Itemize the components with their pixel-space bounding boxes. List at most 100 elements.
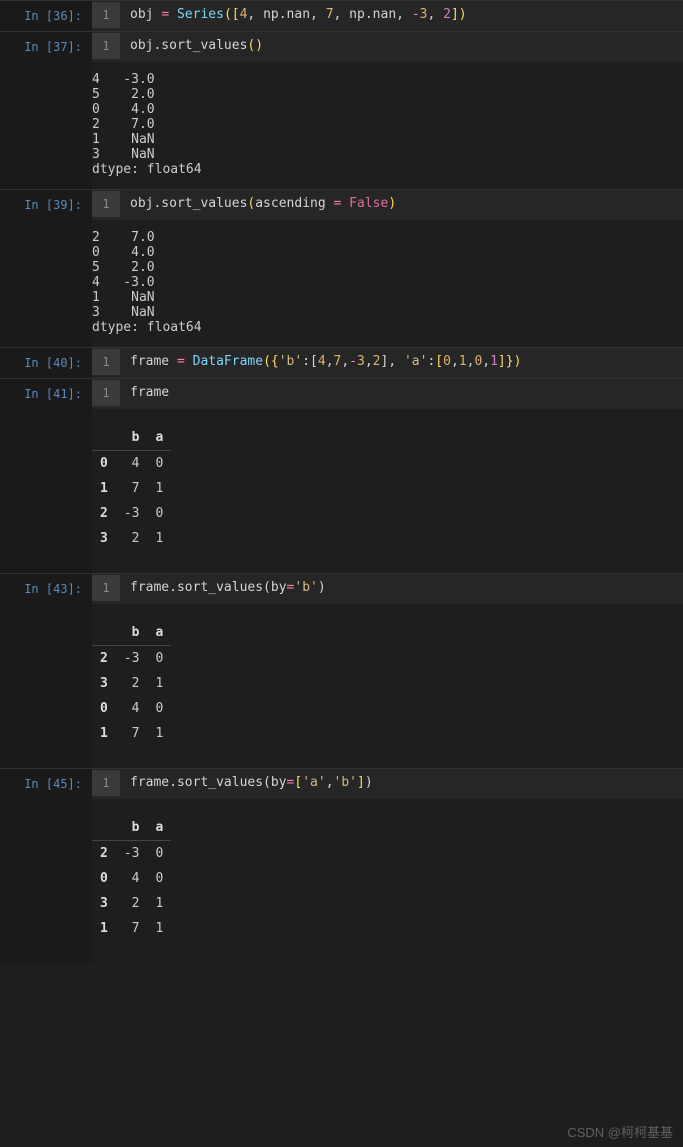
code-token: frame.sort_values(by xyxy=(130,580,287,595)
code-content[interactable]: obj = Series([4, np.nan, 7, np.nan, -3, … xyxy=(120,1,477,28)
code-token: , xyxy=(365,354,373,369)
code-token: ) xyxy=(388,196,396,211)
input-cell: In [40]:1frame = DataFrame({'b':[4,7,-3,… xyxy=(0,347,683,378)
code-token: Series xyxy=(177,7,224,22)
table-cell: 0 xyxy=(147,866,171,891)
code-token: , xyxy=(326,775,334,790)
row-index: 1 xyxy=(92,721,116,746)
table-cell: 4 xyxy=(116,866,148,891)
table-cell: 0 xyxy=(147,646,171,672)
code-token: ascending xyxy=(255,196,333,211)
output-prompt xyxy=(0,62,92,189)
code-area[interactable]: 1frame xyxy=(92,379,683,409)
output-content: 2 7.0 0 4.0 5 2.0 4 -3.0 1 NaN 3 NaN dty… xyxy=(92,220,683,347)
table-cell: 1 xyxy=(147,526,171,551)
code-token: 3 xyxy=(357,354,365,369)
table-row: 2-30 xyxy=(92,646,171,672)
code-area[interactable]: 1obj.sort_values() xyxy=(92,32,683,62)
code-token: ] xyxy=(357,775,365,790)
column-header: a xyxy=(147,620,171,646)
code-token: ({ xyxy=(263,354,279,369)
code-area[interactable]: 1frame.sort_values(by=['a','b']) xyxy=(92,769,683,799)
output-cell: ba0401712-30321 xyxy=(0,409,683,573)
line-number: 1 xyxy=(92,191,120,217)
code-area[interactable]: 1obj = Series([4, np.nan, 7, np.nan, -3,… xyxy=(92,1,683,31)
input-prompt: In [41]: xyxy=(0,379,92,409)
table-row: 2-30 xyxy=(92,501,171,526)
code-token: 'a' xyxy=(302,775,325,790)
table-row: 171 xyxy=(92,476,171,501)
table-cell: 2 xyxy=(116,891,148,916)
table-cell: -3 xyxy=(116,646,148,672)
code-token: ( xyxy=(224,7,232,22)
row-index: 1 xyxy=(92,476,116,501)
row-index: 3 xyxy=(92,526,116,551)
code-token: [ xyxy=(435,354,443,369)
input-cell: In [36]:1obj = Series([4, np.nan, 7, np.… xyxy=(0,0,683,31)
code-token: obj xyxy=(130,7,161,22)
column-header: a xyxy=(147,425,171,451)
code-token xyxy=(185,354,193,369)
output-content: ba2-30040321171 xyxy=(92,799,683,963)
input-cell: In [43]:1frame.sort_values(by='b') xyxy=(0,573,683,604)
notebook: In [36]:1obj = Series([4, np.nan, 7, np.… xyxy=(0,0,683,963)
code-area[interactable]: 1frame.sort_values(by='b') xyxy=(92,574,683,604)
code-token: frame.sort_values(by xyxy=(130,775,287,790)
row-index: 0 xyxy=(92,451,116,477)
code-token: DataFrame xyxy=(193,354,263,369)
input-prompt: In [36]: xyxy=(0,1,92,31)
row-index: 2 xyxy=(92,646,116,672)
input-cell: In [45]:1frame.sort_values(by=['a','b']) xyxy=(0,768,683,799)
table-row: 321 xyxy=(92,671,171,696)
table-cell: -3 xyxy=(116,841,148,867)
code-token: ) xyxy=(255,38,263,53)
input-prompt: In [37]: xyxy=(0,32,92,62)
code-token: ) xyxy=(318,580,326,595)
row-index: 2 xyxy=(92,501,116,526)
table-cell: -3 xyxy=(116,501,148,526)
dataframe-table: ba2-30321040171 xyxy=(92,620,171,746)
code-area[interactable]: 1obj.sort_values(ascending = False) xyxy=(92,190,683,220)
table-cell: 1 xyxy=(147,916,171,941)
output-cell: 4 -3.0 5 2.0 0 4.0 2 7.0 1 NaN 3 NaN dty… xyxy=(0,62,683,189)
table-cell: 0 xyxy=(147,696,171,721)
column-header: b xyxy=(116,815,148,841)
code-token: ) xyxy=(459,7,467,22)
column-header: b xyxy=(116,425,148,451)
code-content[interactable]: frame xyxy=(120,379,179,406)
table-cell: 0 xyxy=(147,451,171,477)
line-number: 1 xyxy=(92,33,120,59)
dataframe-table: ba2-30040321171 xyxy=(92,815,171,941)
input-prompt: In [45]: xyxy=(0,769,92,799)
table-row: 321 xyxy=(92,891,171,916)
code-token: 'a' xyxy=(404,354,427,369)
code-token: 'b' xyxy=(279,354,302,369)
code-token: 4 xyxy=(318,354,326,369)
code-content[interactable]: frame = DataFrame({'b':[4,7,-3,2], 'a':[… xyxy=(120,348,531,375)
table-cell: 2 xyxy=(116,526,148,551)
table-corner xyxy=(92,815,116,841)
table-row: 040 xyxy=(92,451,171,477)
code-area[interactable]: 1frame = DataFrame({'b':[4,7,-3,2], 'a':… xyxy=(92,348,683,378)
code-token: = xyxy=(177,354,185,369)
output-content: 4 -3.0 5 2.0 0 4.0 2 7.0 1 NaN 3 NaN dty… xyxy=(92,62,683,189)
code-content[interactable]: obj.sort_values(ascending = False) xyxy=(120,190,406,217)
code-token: , xyxy=(326,354,334,369)
column-header: b xyxy=(116,620,148,646)
output-cell: ba2-30321040171 xyxy=(0,604,683,768)
code-token: 'b' xyxy=(334,775,357,790)
table-cell: 1 xyxy=(147,671,171,696)
code-token: 'b' xyxy=(294,580,317,595)
table-row: 2-30 xyxy=(92,841,171,867)
code-token xyxy=(341,196,349,211)
code-content[interactable]: frame.sort_values(by=['a','b']) xyxy=(120,769,383,796)
row-index: 0 xyxy=(92,866,116,891)
table-cell: 7 xyxy=(116,916,148,941)
output-text: 2 7.0 0 4.0 5 2.0 4 -3.0 1 NaN 3 NaN dty… xyxy=(92,230,202,335)
output-cell: ba2-30040321171 xyxy=(0,799,683,963)
table-row: 040 xyxy=(92,696,171,721)
code-content[interactable]: obj.sort_values() xyxy=(120,32,273,59)
code-token: frame xyxy=(130,385,169,400)
code-content[interactable]: frame.sort_values(by='b') xyxy=(120,574,336,601)
output-content: ba0401712-30321 xyxy=(92,409,683,573)
